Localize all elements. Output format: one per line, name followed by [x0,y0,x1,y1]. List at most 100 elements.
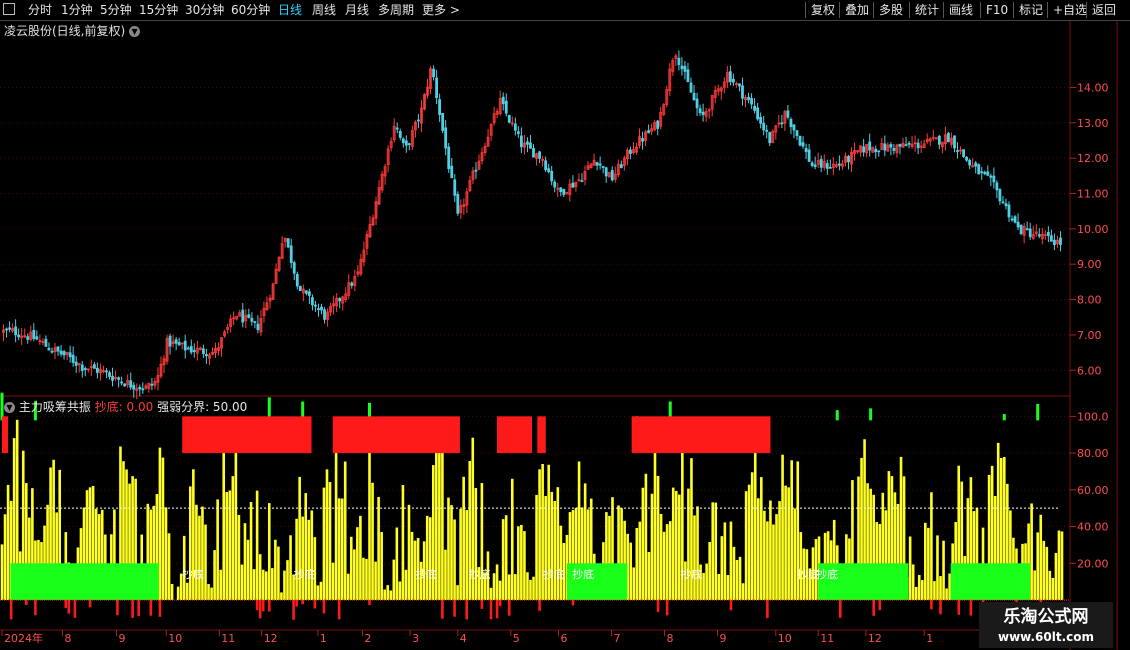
candle-body [683,65,687,72]
candle [159,356,163,379]
candle [931,129,935,141]
candle [241,303,245,328]
candle [880,137,884,151]
candle-body [96,367,99,373]
candle [341,295,345,311]
candle-body [792,124,796,131]
yellow-bar [735,559,739,600]
yellow-bar [744,491,748,600]
yellow-bar [517,526,520,600]
candle [41,338,45,346]
candle [301,284,305,302]
yellow-bar [349,536,353,600]
candle [274,263,278,285]
yellow-bar [1048,570,1052,600]
candle [208,352,211,366]
chevron-down-icon[interactable]: ▼ [4,402,15,413]
candle-body [738,83,741,87]
candle [732,73,735,86]
candle-body [338,298,342,302]
candle [895,143,899,158]
candle [850,147,853,172]
candle-body [550,170,554,182]
candle-body [5,328,8,331]
candle [17,328,21,340]
candle-body [601,166,605,168]
candle-body [292,262,296,274]
candle [983,170,987,176]
candle [559,186,563,197]
candle [120,376,124,386]
candle [853,142,856,161]
candle [132,382,136,398]
yellow-bar [772,524,775,600]
candle [111,367,114,387]
candle-body [847,155,850,163]
candle [323,306,326,324]
yellow-bar [741,583,745,600]
candle-body [807,149,811,162]
candle [50,347,54,354]
yellow-bar [653,444,657,600]
candle [20,327,24,346]
stock-chart-canvas[interactable]: 14.00 13.00 12.00 11.00 10.00 9.00 8.00 7.00 6.0… [0,0,1130,650]
red-negative-bar [878,600,882,611]
yellow-bar [407,504,411,600]
candle [1022,222,1026,244]
candle [756,102,760,121]
yellow-bar [778,501,781,600]
yellow-bar [671,487,675,600]
candle-body [532,148,535,158]
red-negative-bar [939,600,942,615]
red-negative-bar [267,600,271,612]
candle [777,114,781,128]
candle [177,337,181,346]
chevron-down-icon[interactable]: ▼ [129,26,141,37]
candle [1037,228,1041,239]
candle [698,104,702,116]
yellow-bar [650,493,654,600]
indicator-label-divider: 强弱分界: 50.00 [157,400,248,414]
candle [865,144,869,158]
candle [989,173,993,187]
candle [335,293,339,312]
candle [386,145,390,173]
candle-body [80,364,84,371]
candle [562,188,566,197]
yellow-bar [738,556,742,600]
candle [65,351,69,361]
candle-body [311,297,314,306]
candle [280,236,284,260]
candle [610,166,614,182]
candle-body [401,138,405,144]
candle [138,384,142,397]
candle [1059,231,1062,252]
yellow-bar [933,581,936,600]
candle-body [759,117,763,124]
yellow-bar [237,515,241,600]
candle [62,349,66,360]
candle [622,155,626,171]
candle [214,342,217,359]
candle-body [804,148,808,152]
yellow-bar [705,563,708,600]
candle [498,90,502,116]
candle-body [132,384,136,390]
candle-body [520,135,523,148]
candle-body [953,135,956,149]
candle [844,152,847,167]
yellow-bar [1051,577,1055,600]
candle [659,107,663,130]
red-negative-bar [131,600,134,618]
yellow-bar [662,531,666,600]
candle-body [756,107,760,120]
yellow-bar [365,558,368,600]
candle-body [150,383,154,386]
candle [271,282,275,301]
candle [683,61,687,80]
signal-text-chaodi: 抄底 [182,567,204,581]
candle-body [26,336,30,340]
candle [277,256,281,273]
candle-body [432,68,435,78]
red-negative-bar [872,600,875,616]
